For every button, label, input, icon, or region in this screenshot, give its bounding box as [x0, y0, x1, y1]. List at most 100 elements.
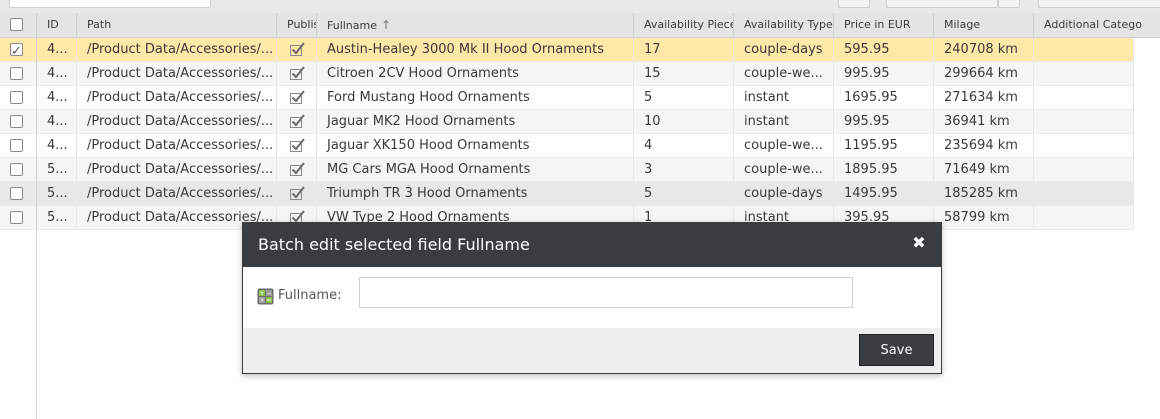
cell-select[interactable]: [0, 38, 37, 62]
cell-path: /Product Data/Accessories/...: [77, 38, 277, 62]
top-toolbar: [0, 0, 1160, 13]
col-header-path[interactable]: Path: [77, 13, 277, 37]
row-checkbox[interactable]: [10, 40, 23, 62]
cell-additional-category: [1034, 182, 1134, 206]
calculator-icon: + − × =: [257, 288, 274, 305]
toolbar-button[interactable]: [1038, 0, 1160, 8]
cell-availability-pieces: 17: [634, 38, 734, 62]
svg-text:+: +: [259, 290, 264, 297]
cell-published: [277, 62, 317, 86]
cell-milage: 58799 km: [934, 206, 1034, 230]
cell-select[interactable]: [0, 134, 37, 158]
fullname-input[interactable]: [359, 277, 853, 308]
published-check-icon: [290, 114, 305, 128]
svg-text:×: ×: [259, 297, 264, 304]
cell-availability-type: instant: [734, 86, 834, 110]
select-all-checkbox[interactable]: [10, 18, 23, 31]
col-header-availability-type[interactable]: Availability Type: [734, 13, 834, 37]
table-row[interactable]: 5.../Product Data/Accessories/... MG Cars…: [0, 158, 1134, 182]
cell-milage: 185285 km: [934, 182, 1034, 206]
cell-additional-category: [1034, 86, 1134, 110]
cell-availability-pieces: 15: [634, 62, 734, 86]
cell-price: 595.95: [834, 38, 934, 62]
cell-published: [277, 158, 317, 182]
published-check-icon: [290, 138, 305, 152]
cell-milage: 240708 km: [934, 38, 1034, 62]
cell-path: /Product Data/Accessories/...: [77, 158, 277, 182]
row-checkbox[interactable]: [10, 211, 23, 224]
cell-select[interactable]: [0, 158, 37, 182]
row-checkbox[interactable]: [10, 115, 23, 128]
cell-fullname: Citroen 2CV Hood Ornaments: [317, 62, 634, 86]
cell-select[interactable]: [0, 86, 37, 110]
col-header-id[interactable]: ID: [37, 13, 77, 37]
cell-price: 1495.95: [834, 182, 934, 206]
row-checkbox[interactable]: [10, 67, 23, 80]
col-header-milage[interactable]: Milage: [934, 13, 1034, 37]
cell-price: 1895.95: [834, 158, 934, 182]
table-row[interactable]: 4.../Product Data/Accessories/... Austin-…: [0, 38, 1134, 62]
row-checkbox[interactable]: [10, 139, 23, 152]
toolbar-button[interactable]: [838, 0, 870, 8]
col-header-additional-category[interactable]: Additional Catego: [1034, 13, 1160, 37]
cell-fullname: MG Cars MGA Hood Ornaments: [317, 158, 634, 182]
cell-availability-type: couple-days: [734, 182, 834, 206]
cell-published: [277, 38, 317, 62]
cell-path: /Product Data/Accessories/...: [77, 62, 277, 86]
cell-fullname: Triumph TR 3 Hood Ornaments: [317, 182, 634, 206]
col-header-price[interactable]: Price in EUR: [834, 13, 934, 37]
cell-availability-type: couple-we...: [734, 62, 834, 86]
table-row[interactable]: 5.../Product Data/Accessories/... Triumph…: [0, 182, 1134, 206]
grid-header: ID Path Publis Fullname ↑ Availability Pi…: [0, 13, 1160, 38]
table-row[interactable]: 4.../Product Data/Accessories/... Citroen…: [0, 62, 1134, 86]
dialog-title: Batch edit selected field Fullname: [258, 235, 530, 254]
cell-path: /Product Data/Accessories/...: [77, 110, 277, 134]
cell-id: 5...: [37, 206, 77, 230]
toolbar-button[interactable]: [886, 0, 998, 8]
cell-additional-category: [1034, 206, 1134, 230]
cell-milage: 271634 km: [934, 86, 1034, 110]
dialog-header: Batch edit selected field Fullname ✖: [243, 223, 941, 267]
cell-published: [277, 110, 317, 134]
col-header-published[interactable]: Publis: [277, 13, 317, 37]
published-check-icon: [290, 162, 305, 176]
dialog-body: + − × = Fullname:: [243, 267, 941, 328]
cell-select[interactable]: [0, 62, 37, 86]
cell-select[interactable]: [0, 182, 37, 206]
cell-published: [277, 86, 317, 110]
svg-text:−: −: [266, 290, 271, 297]
toolbar-button[interactable]: [998, 0, 1020, 8]
cell-additional-category: [1034, 38, 1134, 62]
cell-path: /Product Data/Accessories/...: [77, 182, 277, 206]
cell-published: [277, 182, 317, 206]
table-row[interactable]: 4.../Product Data/Accessories/... Jaguar …: [0, 110, 1134, 134]
cell-price: 995.95: [834, 62, 934, 86]
svg-text:=: =: [266, 297, 271, 304]
top-search-input[interactable]: [9, 0, 211, 8]
save-button[interactable]: Save: [859, 334, 934, 366]
published-check-icon: [290, 90, 305, 104]
cell-select[interactable]: [0, 206, 37, 230]
cell-additional-category: [1034, 62, 1134, 86]
cell-path: /Product Data/Accessories/...: [77, 86, 277, 110]
grid-divider: [36, 37, 37, 419]
cell-id: 5...: [37, 158, 77, 182]
cell-availability-type: couple-days: [734, 38, 834, 62]
cell-availability-type: instant: [734, 110, 834, 134]
close-icon[interactable]: ✖: [911, 235, 927, 251]
row-checkbox[interactable]: [10, 187, 23, 200]
row-checkbox[interactable]: [10, 91, 23, 104]
table-row[interactable]: 4.../Product Data/Accessories/... Jaguar …: [0, 134, 1134, 158]
col-header-availability-pieces[interactable]: Availability Pieces: [634, 13, 734, 37]
cell-milage: 299664 km: [934, 62, 1034, 86]
table-row[interactable]: 4.../Product Data/Accessories/... Ford Mu…: [0, 86, 1134, 110]
row-checkbox[interactable]: [10, 163, 23, 176]
cell-fullname: Ford Mustang Hood Ornaments: [317, 86, 634, 110]
cell-price: 1195.95: [834, 134, 934, 158]
header-select-all[interactable]: [0, 13, 37, 37]
cell-price: 1695.95: [834, 86, 934, 110]
cell-select[interactable]: [0, 110, 37, 134]
cell-fullname: Jaguar MK2 Hood Ornaments: [317, 110, 634, 134]
cell-milage: 235694 km: [934, 134, 1034, 158]
col-header-fullname[interactable]: Fullname ↑: [317, 13, 634, 37]
